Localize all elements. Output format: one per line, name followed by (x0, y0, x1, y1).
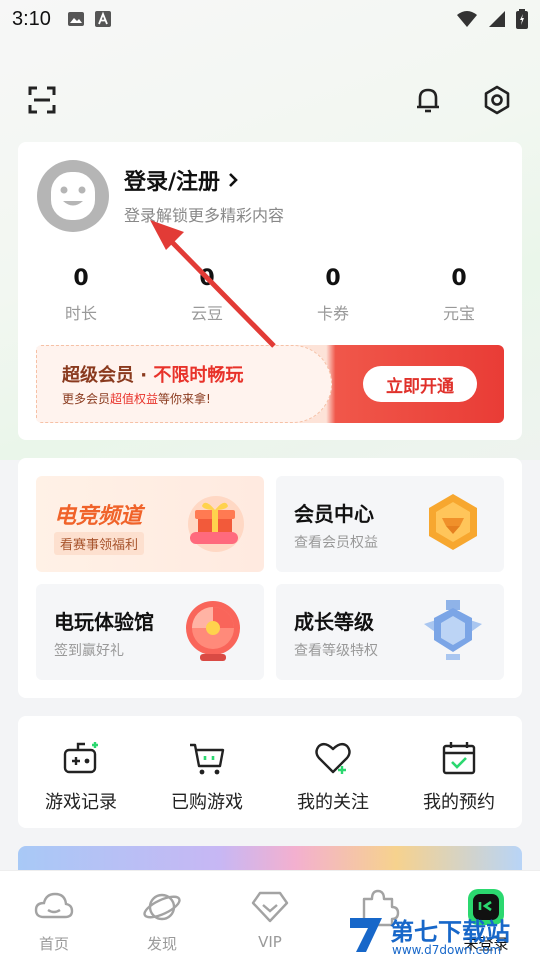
chevron-right-icon (229, 173, 238, 187)
stat-coupons[interactable]: 0 卡券 (270, 266, 396, 324)
scan-icon[interactable] (26, 84, 58, 116)
watermark-url: www.d7down.com (392, 943, 502, 957)
top-bar (0, 84, 540, 118)
calendar-icon (442, 742, 476, 775)
planet-icon (143, 893, 181, 921)
vip-title: 超级会员 · 不限时畅玩 (62, 365, 244, 386)
purchased-games-entry[interactable]: 已购游戏 (144, 716, 270, 828)
my-reservations-entry[interactable]: 我的预约 (396, 716, 522, 828)
member-center-tile[interactable]: 会员中心 查看会员权益 (276, 476, 504, 572)
stat-ingots[interactable]: 0 元宝 (396, 266, 522, 324)
default-avatar-icon (51, 172, 95, 220)
diamond-icon (251, 891, 289, 923)
bell-icon[interactable] (412, 84, 444, 116)
open-vip-button[interactable]: 立即开通 (363, 366, 477, 402)
nav-home[interactable]: 首页 (0, 871, 108, 960)
prize-wheel-icon (186, 601, 240, 661)
login-register-link[interactable]: 登录/注册 (124, 164, 238, 196)
settings-icon[interactable] (481, 84, 513, 116)
nav-vip[interactable]: VIP (216, 871, 324, 960)
vip-banner[interactable]: 超级会员 · 不限时畅玩 更多会员超值权益等你来拿! 立即开通 (36, 345, 504, 423)
nav-discover[interactable]: 发现 (108, 871, 216, 960)
growth-level-tile[interactable]: 成长等级 查看等级特权 (276, 584, 504, 680)
cloud-icon (34, 892, 74, 919)
game-records-entry[interactable]: 游戏记录 (18, 716, 144, 828)
stat-cloud-beans[interactable]: 0 云豆 (144, 266, 270, 324)
my-follows-entry[interactable]: 我的关注 (270, 716, 396, 828)
cart-icon (190, 743, 225, 775)
battery-icon (516, 9, 528, 29)
level-medal-icon (424, 600, 482, 660)
features-card: 电竞频道 看赛事领福利 会员中心 查看会员权益 电玩体验馆 签到赢好礼 成长等级… (18, 458, 522, 698)
watermark-logo-icon (350, 918, 382, 952)
quick-entries: 游戏记录 已购游戏 我的关注 我的预约 (18, 716, 522, 828)
wifi-icon (457, 11, 477, 27)
vip-subtitle: 更多会员超值权益等你来拿! (62, 392, 211, 406)
member-badge-icon (429, 494, 477, 550)
avatar[interactable] (37, 160, 109, 232)
login-subtitle: 登录解锁更多精彩内容 (124, 206, 285, 225)
login-title: 登录/注册 (124, 170, 221, 195)
gift-box-icon (188, 496, 244, 552)
heart-icon (315, 742, 351, 774)
profile-card: 登录/注册 登录解锁更多精彩内容 0 时长 0 云豆 0 卡券 0 元宝 超级会… (18, 142, 522, 440)
image-icon (67, 12, 84, 26)
stats-row: 0 时长 0 云豆 0 卡券 0 元宝 (18, 266, 522, 324)
status-time: 3:10 (12, 7, 51, 30)
font-icon (94, 11, 111, 27)
esports-channel-tile[interactable]: 电竞频道 看赛事领福利 (36, 476, 264, 572)
signal-icon (489, 11, 505, 27)
stat-duration[interactable]: 0 时长 (18, 266, 144, 324)
watermark-text: 第七下载站 (390, 918, 510, 946)
arcade-hall-tile[interactable]: 电玩体验馆 签到赢好礼 (36, 584, 264, 680)
status-bar: 3:10 (0, 0, 540, 38)
watermark: 第七下载站 www.d7down.com (344, 910, 540, 960)
gamepad-icon (63, 742, 98, 774)
